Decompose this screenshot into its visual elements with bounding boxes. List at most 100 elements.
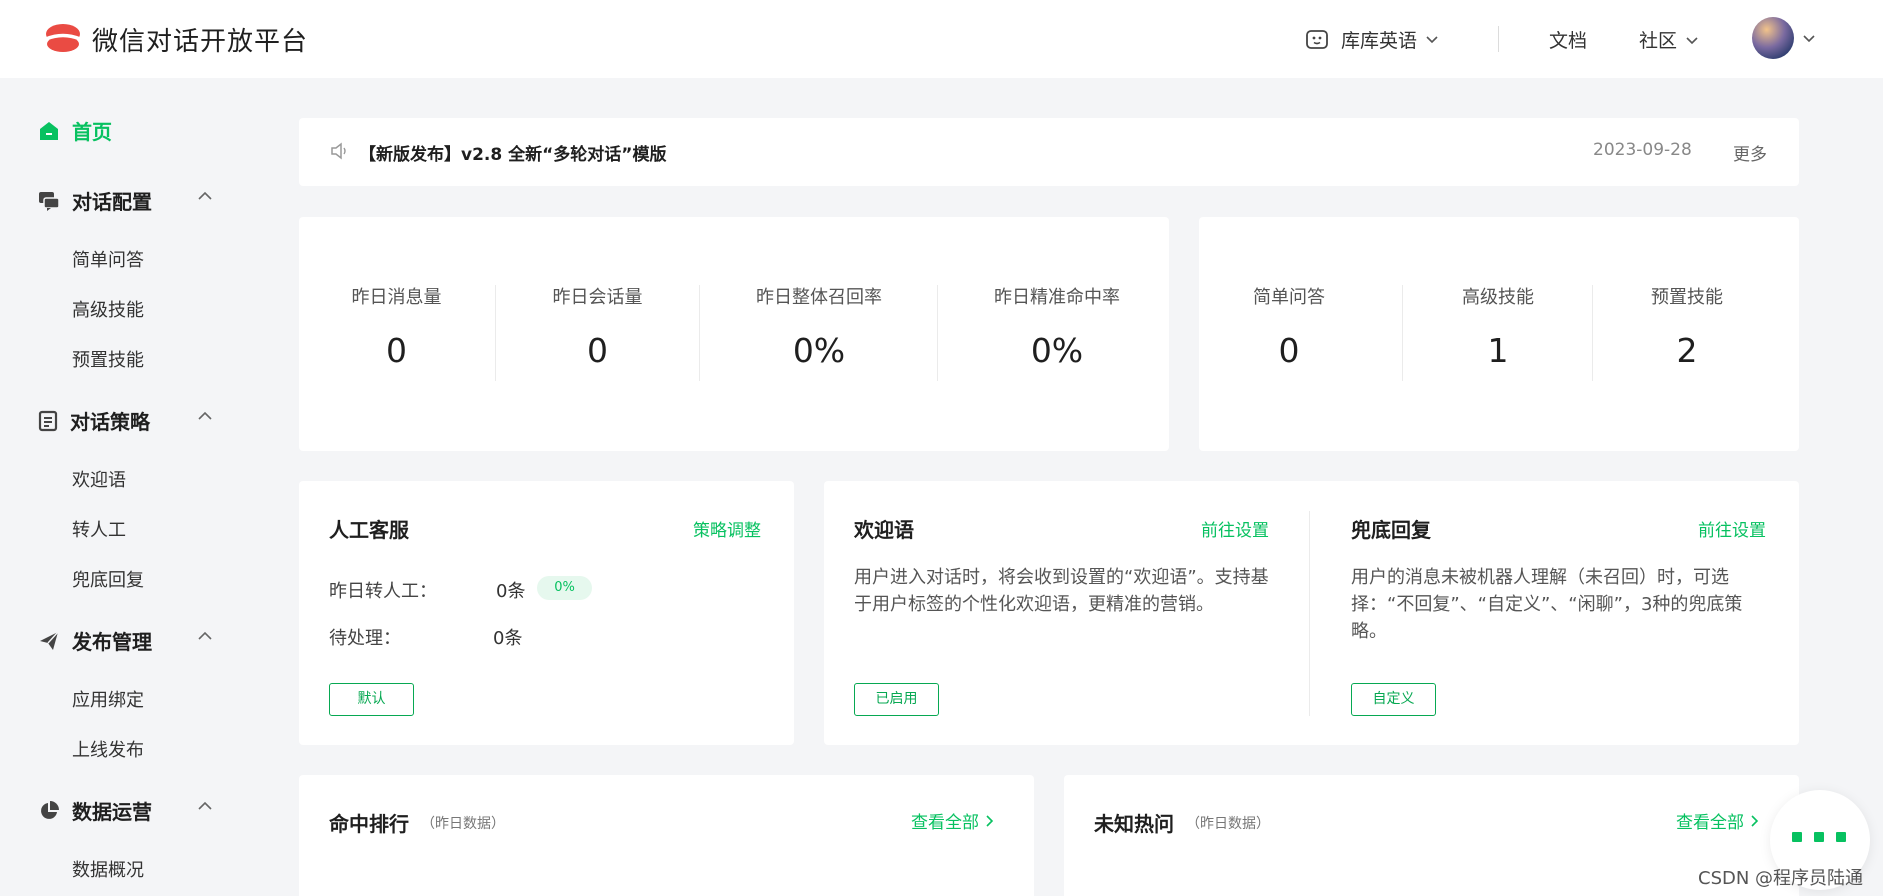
chevron-up-icon bbox=[198, 411, 212, 420]
sidebar-item-data-overview[interactable]: 数据概况 bbox=[72, 856, 144, 882]
custom-button[interactable]: 自定义 bbox=[1351, 683, 1436, 716]
stat-label: 昨日消息量 bbox=[351, 287, 442, 308]
stat-messages: 昨日消息量 0 bbox=[334, 283, 459, 370]
stat-value: 0% bbox=[1030, 331, 1084, 370]
nav-community[interactable]: 社区 bbox=[1639, 26, 1699, 53]
stat-value: 0 bbox=[1278, 331, 1300, 370]
chat-icon bbox=[38, 190, 60, 212]
welcome-settings-link[interactable]: 前往设置 bbox=[1201, 516, 1269, 541]
chevron-down-icon bbox=[1426, 36, 1438, 44]
pending-label: 待处理： bbox=[329, 628, 401, 649]
chevron-right-icon bbox=[1751, 815, 1759, 827]
sidebar-item-simple-qa[interactable]: 简单问答 bbox=[72, 246, 144, 272]
speaker-icon bbox=[331, 142, 346, 160]
pie-chart-icon bbox=[38, 800, 60, 822]
chevron-up-icon bbox=[198, 191, 212, 200]
user-menu[interactable] bbox=[1752, 17, 1816, 59]
view-all-link[interactable]: 查看全部 bbox=[911, 808, 994, 833]
sidebar-group-label: 对话策略 bbox=[70, 410, 150, 434]
notice-date: 2023-09-28 bbox=[1593, 140, 1692, 160]
document-icon bbox=[38, 410, 58, 432]
divider bbox=[1402, 285, 1403, 381]
sidebar-item-home[interactable]: 首页 bbox=[38, 116, 112, 145]
chevron-right-icon bbox=[986, 815, 994, 827]
view-all-link[interactable]: 查看全部 bbox=[1676, 808, 1759, 833]
avatar bbox=[1752, 17, 1794, 59]
stat-label: 昨日精准命中率 bbox=[994, 287, 1120, 308]
pending-value: 0条 bbox=[493, 628, 523, 649]
bot-selector[interactable]: 库库英语 bbox=[1305, 24, 1451, 54]
stat-value: 0% bbox=[792, 331, 846, 370]
watermark: CSDN @程序员陆通 bbox=[1698, 868, 1864, 889]
yesterday-transfer-label: 昨日转人工： bbox=[329, 581, 437, 602]
fallback-settings-link[interactable]: 前往设置 bbox=[1698, 516, 1766, 541]
top-header: 微信对话开放平台 库库英语 文档 社区 bbox=[0, 0, 1883, 78]
sidebar-group-label: 对话配置 bbox=[72, 190, 152, 214]
stat-simple-qa: 简单问答 0 bbox=[1234, 283, 1344, 370]
sidebar-group-publish[interactable]: 发布管理 bbox=[38, 626, 213, 655]
view-all-label: 查看全部 bbox=[1676, 813, 1744, 833]
card-title: 人工客服 bbox=[329, 518, 409, 542]
chevron-down-icon bbox=[1686, 36, 1698, 44]
stat-label: 昨日会话量 bbox=[552, 287, 643, 308]
notice-bar: 【新版发布】v2.8 全新“多轮对话”模版 2023-09-28 更多 bbox=[299, 118, 1799, 186]
home-icon bbox=[40, 121, 58, 140]
divider bbox=[699, 285, 700, 381]
stat-label: 简单问答 bbox=[1253, 287, 1325, 308]
robot-icon bbox=[1306, 30, 1328, 49]
welcome-fallback-card: 欢迎语 前往设置 用户进入对话时，将会收到设置的“欢迎语”。支持基于用户标签的个… bbox=[824, 481, 1799, 745]
divider bbox=[495, 285, 496, 381]
card-title: 兜底回复 bbox=[1351, 518, 1431, 542]
chevron-down-icon bbox=[1803, 35, 1815, 43]
send-icon bbox=[38, 630, 60, 652]
divider bbox=[1309, 511, 1310, 716]
logo-icon bbox=[45, 24, 81, 52]
sidebar-home-label: 首页 bbox=[72, 120, 112, 144]
card-title: 命中排行 bbox=[329, 812, 409, 836]
stat-value: 1 bbox=[1487, 331, 1509, 370]
sidebar-item-welcome[interactable]: 欢迎语 bbox=[72, 466, 126, 492]
sidebar-group-label: 发布管理 bbox=[72, 630, 152, 654]
stat-recall-rate: 昨日整体召回率 0% bbox=[739, 283, 899, 370]
fallback-description: 用户的消息未被机器人理解（未召回）时，可选择：“不回复”、“自定义”、“闲聊”，… bbox=[1351, 567, 1743, 642]
sidebar-item-go-live[interactable]: 上线发布 bbox=[72, 736, 144, 762]
sidebar-item-preset-skill[interactable]: 预置技能 bbox=[72, 346, 144, 372]
bot-name: 库库英语 bbox=[1341, 29, 1418, 52]
stats-card: 昨日消息量 0 昨日会话量 0 昨日整体召回率 0% 昨日精准命中率 0% bbox=[299, 217, 1169, 451]
sidebar-item-advanced-skill[interactable]: 高级技能 bbox=[72, 296, 144, 322]
skills-card: 简单问答 0 高级技能 1 预置技能 2 bbox=[1199, 217, 1799, 451]
stat-hit-rate: 昨日精准命中率 0% bbox=[977, 283, 1137, 370]
header-divider bbox=[1498, 26, 1499, 52]
nav-docs[interactable]: 文档 bbox=[1549, 26, 1587, 53]
hit-ranking-card: 命中排行 （昨日数据） 查看全部 bbox=[299, 775, 1034, 896]
more-dots-icon bbox=[1792, 832, 1846, 842]
sidebar-item-fallback[interactable]: 兜底回复 bbox=[72, 566, 144, 592]
stat-value: 0 bbox=[386, 331, 407, 370]
card-subtitle: （昨日数据） bbox=[421, 816, 505, 832]
enabled-button[interactable]: 已启用 bbox=[854, 683, 939, 716]
stat-advanced-skill: 高级技能 1 bbox=[1443, 283, 1553, 370]
divider bbox=[1592, 285, 1593, 381]
card-title: 未知热问 bbox=[1094, 812, 1174, 836]
notice-more-link[interactable]: 更多 bbox=[1733, 140, 1767, 165]
sidebar-group-dialog-config[interactable]: 对话配置 bbox=[38, 186, 213, 215]
sidebar-item-app-binding[interactable]: 应用绑定 bbox=[72, 686, 144, 712]
unknown-questions-card: 未知热问 （昨日数据） 查看全部 bbox=[1064, 775, 1799, 896]
strategy-adjust-link[interactable]: 策略调整 bbox=[693, 516, 761, 541]
stat-label: 高级技能 bbox=[1462, 287, 1534, 308]
card-subtitle: （昨日数据） bbox=[1186, 816, 1270, 832]
stat-label: 昨日整体召回率 bbox=[756, 287, 882, 308]
transfer-rate-badge: 0% bbox=[537, 576, 592, 600]
notice-text[interactable]: 【新版发布】v2.8 全新“多轮对话”模版 bbox=[359, 140, 666, 165]
sidebar-group-data-ops[interactable]: 数据运营 bbox=[38, 796, 213, 825]
stat-label: 预置技能 bbox=[1651, 287, 1723, 308]
card-title: 欢迎语 bbox=[854, 518, 914, 542]
chevron-up-icon bbox=[198, 631, 212, 640]
sidebar-item-transfer-human[interactable]: 转人工 bbox=[72, 516, 126, 542]
welcome-description: 用户进入对话时，将会收到设置的“欢迎语”。支持基于用户标签的个性化欢迎语，更精准… bbox=[854, 567, 1269, 615]
sidebar-group-dialog-strategy[interactable]: 对话策略 bbox=[38, 406, 213, 435]
yesterday-transfer-value: 0条 bbox=[496, 581, 526, 602]
default-button[interactable]: 默认 bbox=[329, 683, 414, 716]
brand-title: 微信对话开放平台 bbox=[92, 27, 309, 57]
stat-preset-skill: 预置技能 2 bbox=[1632, 283, 1742, 370]
